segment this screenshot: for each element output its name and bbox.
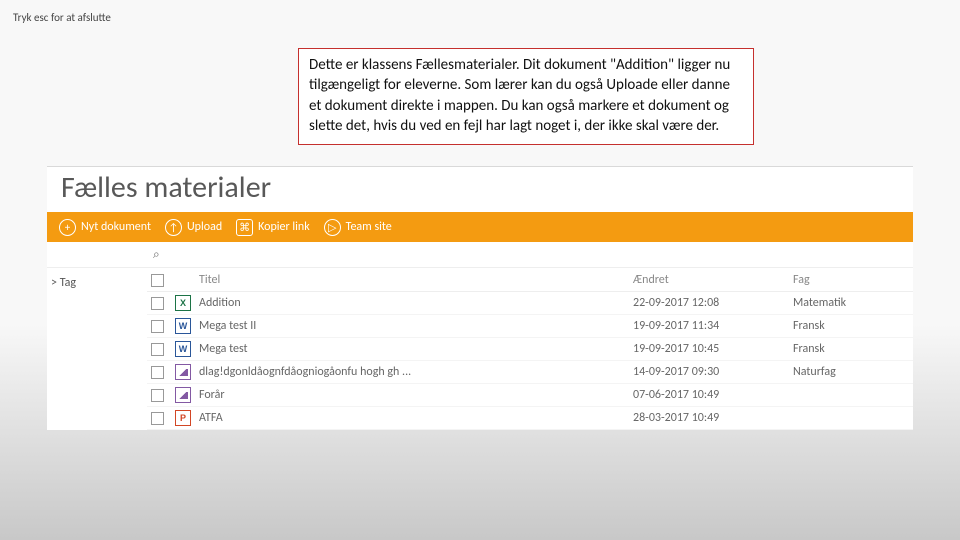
- copy-link-label: Kopier link: [258, 220, 310, 234]
- row-subject: Naturfag: [793, 365, 913, 379]
- content-row: > Tag Titel Ændret Fag XAddition22-09-20…: [47, 268, 913, 430]
- table-row[interactable]: Forår07-06-2017 10:49: [147, 384, 913, 407]
- help-callout: Dette er klassens Fællesmaterialer. Dit …: [298, 48, 754, 145]
- tag-filter[interactable]: > Tag: [49, 276, 147, 290]
- row-title[interactable]: Forår: [199, 388, 633, 402]
- search-icon[interactable]: ⌕: [153, 248, 160, 262]
- row-modified: 14-09-2017 09:30: [633, 365, 793, 379]
- header-modified[interactable]: Ændret: [633, 273, 793, 287]
- row-modified: 22-09-2017 12:08: [633, 296, 793, 310]
- header-check[interactable]: [147, 273, 175, 287]
- row-modified: 19-09-2017 10:45: [633, 342, 793, 356]
- panel-title: Fælles materialer: [47, 167, 913, 212]
- row-modified: 07-06-2017 10:49: [633, 388, 793, 402]
- row-modified: 19-09-2017 11:34: [633, 319, 793, 333]
- row-title[interactable]: dlag!dgonldåognfdåogniogåonfu hogh gh ..…: [199, 365, 633, 379]
- new-document-label: Nyt dokument: [81, 220, 151, 234]
- row-title[interactable]: Mega test: [199, 342, 633, 356]
- upload-icon: ↑: [165, 219, 182, 236]
- copy-link-button[interactable]: ⌘ Kopier link: [236, 219, 310, 236]
- row-subject: Fransk: [793, 319, 913, 333]
- table-row[interactable]: PATFA28-03-2017 10:49: [147, 407, 913, 430]
- file-type-icon: P: [175, 410, 199, 426]
- row-subject: Matematik: [793, 296, 913, 310]
- table-body: XAddition22-09-2017 12:08MatematikWMega …: [147, 292, 913, 430]
- table-row[interactable]: XAddition22-09-2017 12:08Matematik: [147, 292, 913, 315]
- file-table: Titel Ændret Fag XAddition22-09-2017 12:…: [147, 268, 913, 430]
- header-title[interactable]: Titel: [199, 273, 633, 287]
- file-type-icon: X: [175, 295, 199, 311]
- row-modified: 28-03-2017 10:49: [633, 411, 793, 425]
- new-document-button[interactable]: + Nyt dokument: [59, 219, 151, 236]
- row-checkbox[interactable]: [147, 412, 175, 425]
- file-type-icon: [175, 387, 199, 403]
- file-type-icon: W: [175, 341, 199, 357]
- materials-panel: Fælles materialer + Nyt dokument ↑ Uploa…: [47, 166, 913, 430]
- row-title[interactable]: Addition: [199, 296, 633, 310]
- file-type-icon: W: [175, 318, 199, 334]
- header-subject[interactable]: Fag: [793, 273, 913, 287]
- tag-label: Tag: [60, 276, 76, 290]
- esc-hint: Tryk esc for at afslutte: [13, 11, 111, 24]
- row-checkbox[interactable]: [147, 320, 175, 333]
- table-row[interactable]: dlag!dgonldåognfdåogniogåonfu hogh gh ..…: [147, 361, 913, 384]
- search-bar: ⌕: [47, 242, 913, 268]
- file-type-icon: [175, 364, 199, 380]
- row-checkbox[interactable]: [147, 297, 175, 310]
- row-subject: Fransk: [793, 342, 913, 356]
- row-title[interactable]: ATFA: [199, 411, 633, 425]
- table-row[interactable]: WMega test II19-09-2017 11:34Fransk: [147, 315, 913, 338]
- toolbar: + Nyt dokument ↑ Upload ⌘ Kopier link ▷ …: [47, 212, 913, 242]
- team-icon: ▷: [324, 219, 341, 236]
- row-checkbox[interactable]: [147, 389, 175, 402]
- table-header: Titel Ændret Fag: [147, 268, 913, 292]
- upload-button[interactable]: ↑ Upload: [165, 219, 222, 236]
- left-sidebar: > Tag: [47, 268, 147, 430]
- team-site-label: Team site: [346, 220, 392, 234]
- upload-label: Upload: [187, 220, 222, 234]
- row-checkbox[interactable]: [147, 343, 175, 356]
- link-icon: ⌘: [236, 219, 253, 236]
- row-title[interactable]: Mega test II: [199, 319, 633, 333]
- row-checkbox[interactable]: [147, 366, 175, 379]
- team-site-button[interactable]: ▷ Team site: [324, 219, 392, 236]
- table-row[interactable]: WMega test19-09-2017 10:45Fransk: [147, 338, 913, 361]
- plus-icon: +: [59, 219, 76, 236]
